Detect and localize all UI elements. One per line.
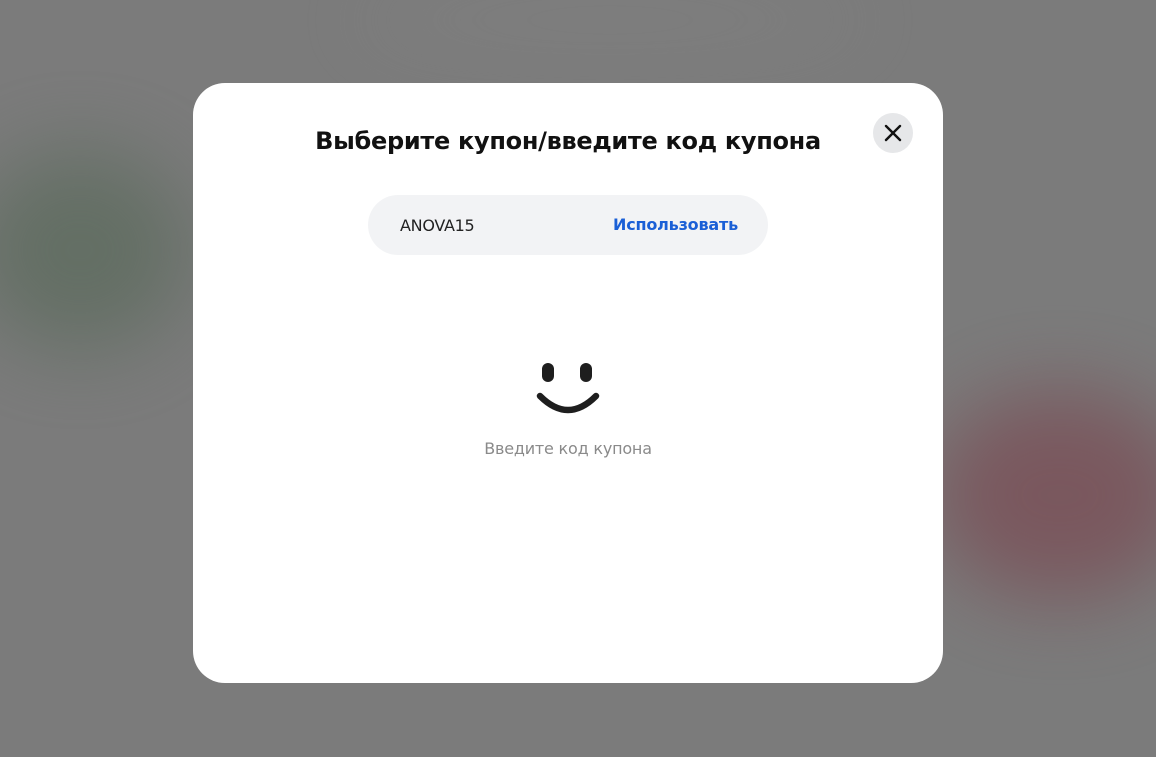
empty-state-text: Введите код купона [484,439,652,458]
modal-title: Выберите купон/введите код купона [315,127,821,155]
coupon-code-input[interactable] [400,195,600,255]
coupon-modal: Выберите купон/введите код купона Исполь… [193,83,943,683]
backdrop-blur-shape [350,0,870,40]
empty-state: Введите код купона [193,361,943,458]
close-icon [884,124,902,142]
smile-icon [536,363,600,414]
backdrop-blur-shape [930,390,1156,600]
coupon-code-box: Использовать [368,195,768,255]
close-button[interactable] [873,113,913,153]
apply-coupon-button[interactable]: Использовать [613,195,738,255]
backdrop-blur-shape [0,150,190,350]
